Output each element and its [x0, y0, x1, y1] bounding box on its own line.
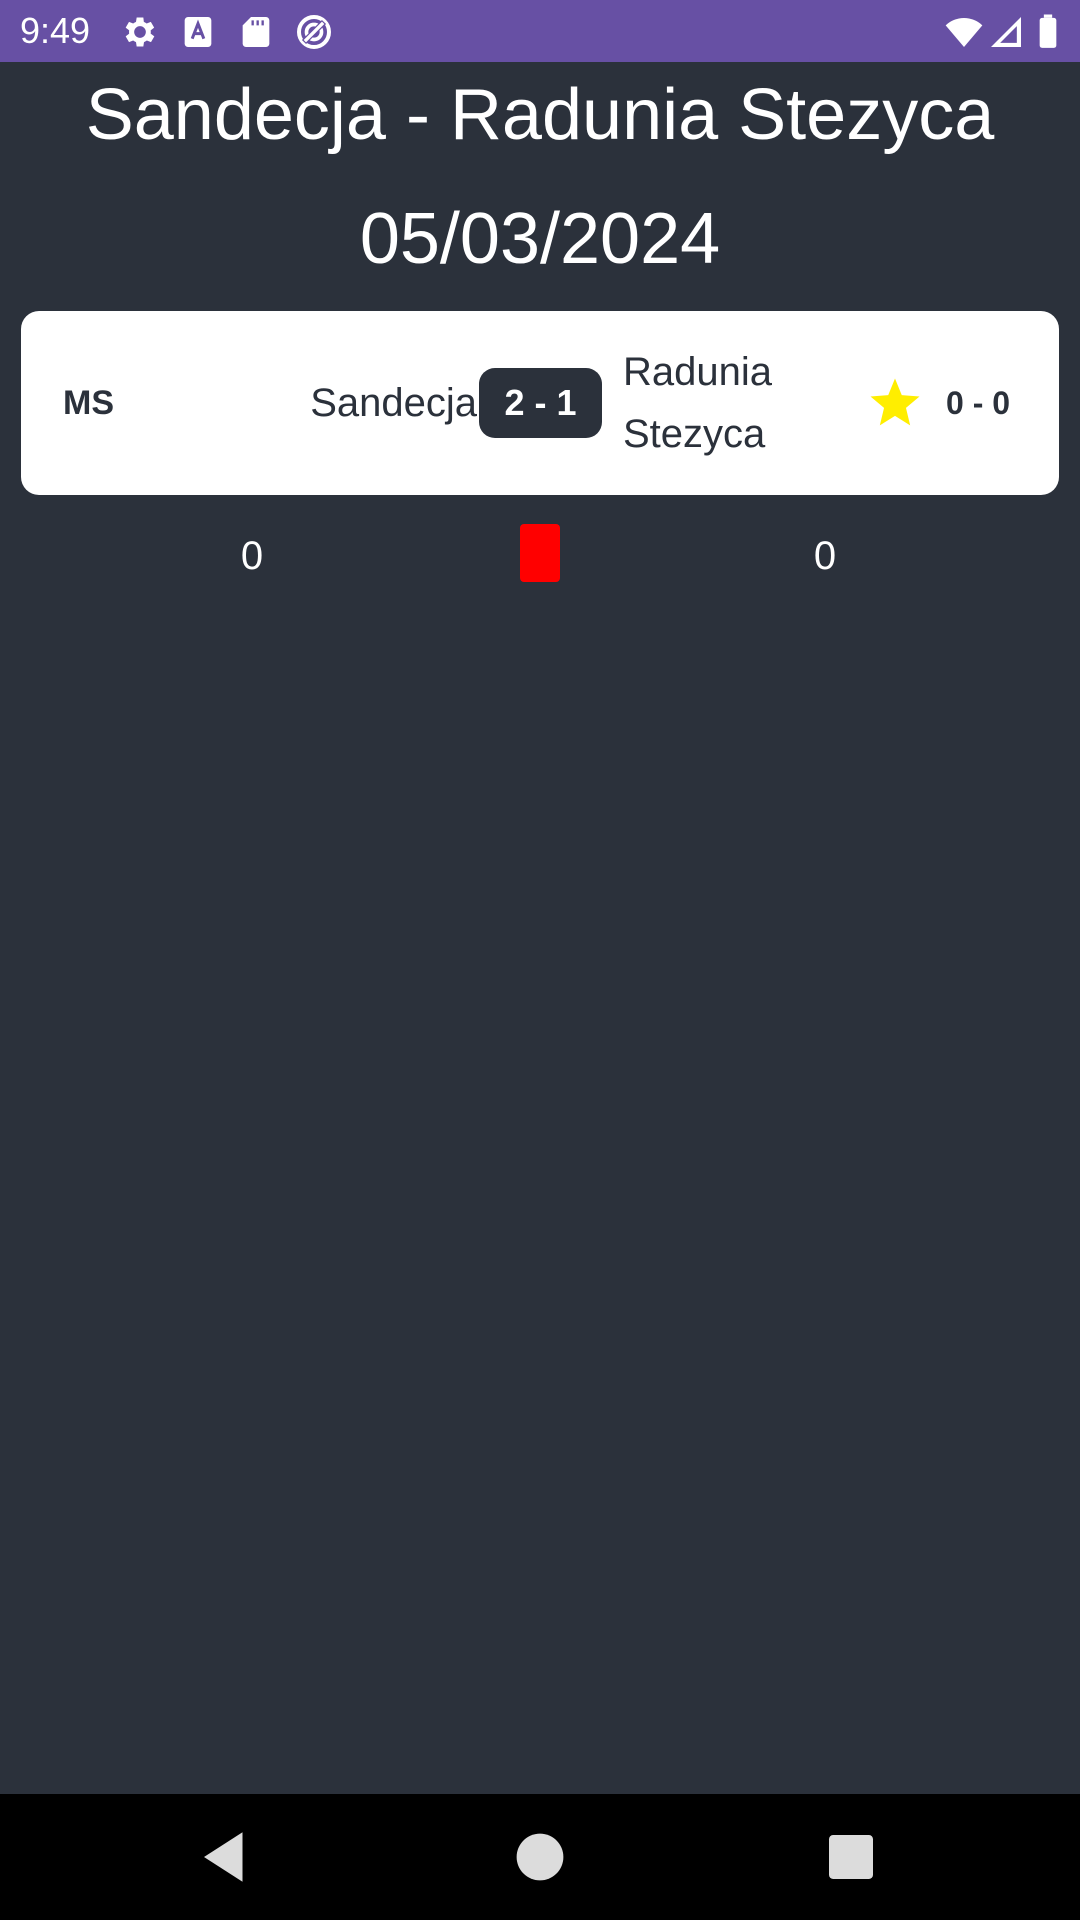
no-disturb-icon: [294, 12, 334, 52]
navigation-bar: [0, 1794, 1080, 1920]
status-time: 9:49: [20, 10, 91, 51]
sd-card-icon: [236, 12, 276, 52]
match-date: 05/03/2024: [359, 199, 721, 279]
page-title: Sandecja - Radunia Stezyca: [85, 75, 995, 155]
signal-icon: [986, 12, 1026, 52]
home-icon[interactable]: [507, 1824, 573, 1890]
away-red-card-count: 0: [813, 534, 837, 578]
star-icon[interactable]: [867, 375, 923, 431]
match-status-label: MS: [63, 383, 114, 422]
back-icon[interactable]: [193, 1824, 259, 1890]
away-team-name: Radunia Stezyca: [623, 350, 773, 456]
battery-icon: [1028, 12, 1068, 52]
recents-icon[interactable]: [818, 1824, 884, 1890]
gear-icon: [120, 12, 160, 52]
home-red-card-count: 0: [240, 534, 264, 578]
match-card[interactable]: MS Sandecja 2 - 1 Radunia Stezyca 0 - 0: [21, 311, 1059, 495]
score-badge: 2 - 1: [479, 368, 602, 438]
red-cards-row: 0 0: [0, 520, 1080, 592]
status-bar: 9:49: [0, 0, 1080, 62]
halftime-score: 0 - 0: [946, 384, 1011, 421]
text-a-icon: [178, 12, 218, 52]
home-team-name: Sandecja: [310, 380, 477, 425]
red-card-icon: [520, 524, 560, 582]
wifi-icon: [944, 12, 984, 52]
